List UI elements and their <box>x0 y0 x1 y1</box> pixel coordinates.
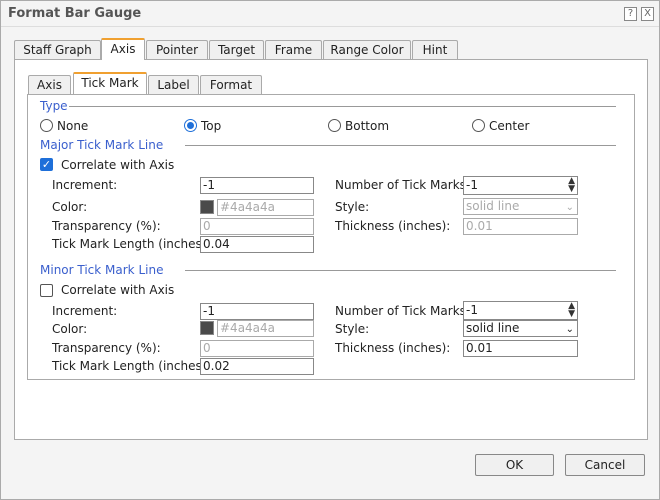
radio-center-label: Center <box>489 119 530 133</box>
minor-ticks-stepper[interactable]: -1 ▲ ▼ <box>463 301 578 320</box>
subtab-tick-mark[interactable]: Tick Mark <box>73 72 147 94</box>
major-transparency-input[interactable]: 0 <box>200 218 314 235</box>
format-bar-gauge-dialog: Format Bar Gauge ? X Staff Graph Axis Po… <box>0 0 660 500</box>
tab-pointer[interactable]: Pointer <box>146 40 208 60</box>
divider <box>185 270 616 271</box>
major-ticks-value: -1 <box>466 178 478 192</box>
help-icon[interactable]: ? <box>624 7 637 21</box>
minor-color-swatch[interactable] <box>200 321 214 335</box>
chevron-down-icon: ⌄ <box>565 202 574 213</box>
minor-section-label: Minor Tick Mark Line <box>40 263 164 277</box>
minor-color-input[interactable]: #4a4a4a <box>217 320 314 337</box>
radio-none[interactable] <box>40 119 53 132</box>
divider <box>185 145 616 146</box>
minor-style-select[interactable]: solid line ⌄ <box>463 320 578 337</box>
tab-target[interactable]: Target <box>209 40 264 60</box>
minor-color-label: Color: <box>52 322 88 336</box>
major-correlate-label: Correlate with Axis <box>61 158 175 172</box>
chevron-down-icon: ⌄ <box>565 324 574 335</box>
minor-ticks-label: Number of Tick Marks: <box>335 304 470 318</box>
minor-style-label: Style: <box>335 322 370 336</box>
major-increment-input[interactable]: -1 <box>200 177 314 194</box>
minor-correlate-checkbox[interactable] <box>40 284 53 297</box>
minor-increment-input[interactable]: -1 <box>200 303 314 320</box>
minor-length-input[interactable]: 0.02 <box>200 358 314 375</box>
spinner-icon[interactable]: ▲ ▼ <box>568 177 575 194</box>
radio-top[interactable] <box>184 119 197 132</box>
major-increment-label: Increment: <box>52 178 118 192</box>
dialog-title: Format Bar Gauge <box>8 6 142 21</box>
tab-axis[interactable]: Axis <box>101 38 145 60</box>
tab-range-color[interactable]: Range Color <box>323 40 411 60</box>
major-length-label: Tick Mark Length (inches): <box>52 237 211 251</box>
radio-none-label: None <box>57 119 89 133</box>
subtab-label[interactable]: Label <box>148 75 199 95</box>
major-color-input[interactable]: #4a4a4a <box>217 199 314 216</box>
major-transparency-label: Transparency (%): <box>52 219 161 233</box>
major-section-label: Major Tick Mark Line <box>40 138 164 152</box>
major-color-label: Color: <box>52 200 88 214</box>
minor-increment-label: Increment: <box>52 304 118 318</box>
ok-button[interactable]: OK <box>475 454 554 476</box>
minor-transparency-label: Transparency (%): <box>52 341 161 355</box>
minor-transparency-input[interactable]: 0 <box>200 340 314 357</box>
minor-correlate-label: Correlate with Axis <box>61 283 175 297</box>
major-thickness-input[interactable]: 0.01 <box>463 218 578 235</box>
cancel-button[interactable]: Cancel <box>565 454 645 476</box>
subtab-axis[interactable]: Axis <box>28 75 71 95</box>
divider <box>69 106 616 107</box>
major-thickness-label: Thickness (inches): <box>335 219 451 233</box>
major-length-input[interactable]: 0.04 <box>200 236 314 253</box>
spinner-icon[interactable]: ▲ ▼ <box>568 302 575 319</box>
major-style-select[interactable]: solid line ⌄ <box>463 198 578 215</box>
minor-thickness-label: Thickness (inches): <box>335 341 451 355</box>
tab-hint[interactable]: Hint <box>412 40 458 60</box>
major-ticks-stepper[interactable]: -1 ▲ ▼ <box>463 176 578 195</box>
minor-length-label: Tick Mark Length (inches): <box>52 359 211 373</box>
tab-frame[interactable]: Frame <box>265 40 322 60</box>
minor-ticks-value: -1 <box>466 303 478 317</box>
type-section-label: Type <box>40 99 68 113</box>
major-style-label: Style: <box>335 200 370 214</box>
radio-center[interactable] <box>472 119 485 132</box>
radio-top-label: Top <box>201 119 222 133</box>
major-color-swatch[interactable] <box>200 200 214 214</box>
tab-staff-graph[interactable]: Staff Graph <box>14 40 101 60</box>
minor-thickness-input[interactable]: 0.01 <box>463 340 578 357</box>
major-style-value: solid line <box>466 199 520 213</box>
radio-bottom-label: Bottom <box>345 119 390 133</box>
radio-bottom[interactable] <box>328 119 341 132</box>
major-correlate-checkbox[interactable]: ✓ <box>40 158 53 171</box>
minor-style-value: solid line <box>466 321 520 335</box>
major-ticks-label: Number of Tick Marks: <box>335 178 470 192</box>
close-icon[interactable]: X <box>641 7 654 21</box>
subtab-format[interactable]: Format <box>200 75 262 95</box>
